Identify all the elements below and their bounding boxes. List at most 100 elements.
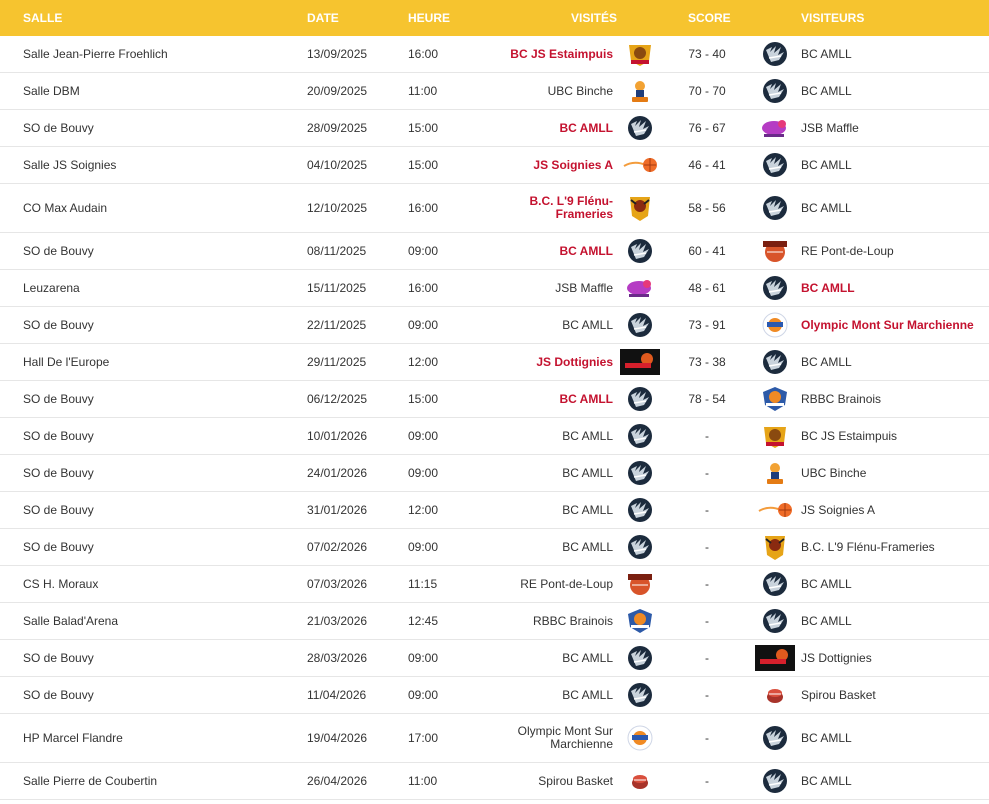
away-team-name[interactable]: BC AMLL bbox=[801, 147, 852, 183]
match-time: 16:00 bbox=[408, 201, 439, 215]
away-team-name[interactable]: Olympic Mont Sur Marchienne bbox=[801, 307, 974, 343]
away-team-logo bbox=[755, 184, 795, 232]
venue-name: SO de Bouvy bbox=[23, 429, 94, 443]
home-team-name[interactable]: BC AMLL bbox=[473, 307, 613, 343]
home-team-name[interactable]: JSB Maffle bbox=[473, 270, 613, 306]
schedule-table: SALLE DATE HEURE VISITÉS SCORE VISITEURS… bbox=[0, 0, 989, 800]
away-team-logo bbox=[755, 270, 795, 306]
home-team-name[interactable]: BC JS Estaimpuis bbox=[473, 36, 613, 72]
venue-name: SO de Bouvy bbox=[23, 503, 94, 517]
away-team-name[interactable]: BC AMLL bbox=[801, 763, 852, 799]
away-team-name[interactable]: RE Pont-de-Loup bbox=[801, 233, 894, 269]
away-team-name[interactable]: JSB Maffle bbox=[801, 110, 859, 146]
away-team-name[interactable]: BC AMLL bbox=[801, 344, 852, 380]
home-team-name[interactable]: RE Pont-de-Loup bbox=[473, 566, 613, 602]
home-team-name[interactable]: BC AMLL bbox=[473, 233, 613, 269]
home-team-name[interactable]: RBBC Brainois bbox=[473, 603, 613, 639]
binche-logo bbox=[627, 78, 653, 104]
brainois-logo bbox=[626, 607, 654, 635]
match-time: 17:00 bbox=[408, 731, 439, 745]
table-row: SO de Bouvy 24/01/2026 09:00 BC AMLL - UBC Bi… bbox=[0, 455, 989, 492]
match-score: 78 - 54 bbox=[688, 392, 726, 406]
home-team-logo bbox=[622, 73, 658, 109]
away-team-logo bbox=[755, 418, 795, 454]
venue-name: Salle DBM bbox=[23, 84, 80, 98]
away-team-name[interactable]: BC AMLL bbox=[801, 714, 852, 762]
table-row: SO de Bouvy 22/11/2025 09:00 BC AMLL 73 - 91… bbox=[0, 307, 989, 344]
home-team-logo bbox=[622, 677, 658, 713]
home-team-name[interactable]: JS Soignies A bbox=[473, 147, 613, 183]
home-team-logo bbox=[622, 714, 658, 762]
away-team-name[interactable]: Spirou Basket bbox=[801, 677, 876, 713]
table-row: Hall De l'Europe 29/11/2025 12:00 JS Dottig… bbox=[0, 344, 989, 381]
home-team-name[interactable]: Spirou Basket bbox=[473, 763, 613, 799]
home-team-name[interactable]: Olympic Mont Sur Marchienne bbox=[473, 714, 613, 762]
olympic-logo bbox=[761, 311, 789, 339]
away-team-name[interactable]: JS Dottignies bbox=[801, 640, 872, 676]
away-team-name[interactable]: BC AMLL bbox=[801, 270, 855, 306]
maffle-logo bbox=[760, 116, 790, 140]
home-team-logo bbox=[622, 233, 658, 269]
table-body: Salle Jean-Pierre Froehlich 13/09/2025 16:… bbox=[0, 36, 989, 800]
away-team-name[interactable]: BC AMLL bbox=[801, 73, 852, 109]
amll-logo bbox=[761, 571, 789, 597]
home-team-name[interactable]: BC AMLL bbox=[473, 677, 613, 713]
home-team-name[interactable]: BC AMLL bbox=[473, 640, 613, 676]
match-time: 15:00 bbox=[408, 392, 439, 406]
away-team-name[interactable]: B.C. L'9 Flénu-Frameries bbox=[801, 529, 935, 565]
away-team-name[interactable]: BC AMLL bbox=[801, 184, 852, 232]
col-date-header: DATE bbox=[307, 11, 339, 25]
away-team-name[interactable]: BC AMLL bbox=[801, 603, 852, 639]
home-team-logo bbox=[622, 270, 658, 306]
match-time: 16:00 bbox=[408, 47, 439, 61]
away-team-name[interactable]: BC AMLL bbox=[801, 566, 852, 602]
venue-name: CO Max Audain bbox=[23, 201, 108, 215]
table-row: SO de Bouvy 08/11/2025 09:00 BC AMLL 60 - 41… bbox=[0, 233, 989, 270]
away-team-logo bbox=[755, 640, 795, 676]
home-team-name[interactable]: BC AMLL bbox=[473, 381, 613, 417]
away-team-name[interactable]: UBC Binche bbox=[801, 455, 866, 491]
away-team-logo bbox=[755, 381, 795, 417]
soignies-logo bbox=[757, 499, 793, 521]
home-team-name[interactable]: JS Dottignies bbox=[473, 344, 613, 380]
home-team-name[interactable]: BC AMLL bbox=[473, 492, 613, 528]
home-team-logo bbox=[622, 307, 658, 343]
match-date: 04/10/2025 bbox=[307, 158, 368, 172]
match-score: - bbox=[705, 429, 709, 443]
table-row: Salle JS Soignies 04/10/2025 15:00 JS Soign… bbox=[0, 147, 989, 184]
olympic-logo bbox=[626, 724, 654, 752]
away-team-name[interactable]: BC AMLL bbox=[801, 36, 852, 72]
brainois-logo bbox=[761, 385, 789, 413]
match-time: 09:00 bbox=[408, 651, 439, 665]
away-team-name[interactable]: RBBC Brainois bbox=[801, 381, 881, 417]
amll-logo bbox=[626, 682, 654, 708]
home-team-name[interactable]: BC AMLL bbox=[473, 529, 613, 565]
maffle-logo bbox=[625, 276, 655, 300]
venue-name: Leuzarena bbox=[23, 281, 80, 295]
match-time: 12:45 bbox=[408, 614, 439, 628]
home-team-name[interactable]: BC AMLL bbox=[473, 455, 613, 491]
table-row: SO de Bouvy 10/01/2026 09:00 BC AMLL - BC JS … bbox=[0, 418, 989, 455]
away-team-name[interactable]: BC JS Estaimpuis bbox=[801, 418, 897, 454]
venue-name: SO de Bouvy bbox=[23, 540, 94, 554]
col-heure-header: HEURE bbox=[408, 11, 451, 25]
home-team-name[interactable]: BC AMLL bbox=[473, 418, 613, 454]
home-team-logo bbox=[622, 492, 658, 528]
home-team-name[interactable]: UBC Binche bbox=[473, 73, 613, 109]
table-row: SO de Bouvy 07/02/2026 09:00 BC AMLL - B.C. L… bbox=[0, 529, 989, 566]
away-team-logo bbox=[755, 603, 795, 639]
away-team-name[interactable]: JS Soignies A bbox=[801, 492, 875, 528]
match-date: 29/11/2025 bbox=[307, 355, 367, 369]
venue-name: SO de Bouvy bbox=[23, 392, 94, 406]
amll-logo bbox=[761, 275, 789, 301]
home-team-name[interactable]: B.C. L'9 Flénu-Frameries bbox=[473, 184, 613, 232]
home-team-name[interactable]: BC AMLL bbox=[473, 110, 613, 146]
home-team-logo bbox=[622, 36, 658, 72]
away-team-logo bbox=[755, 492, 795, 528]
match-date: 06/12/2025 bbox=[307, 392, 368, 406]
amll-logo bbox=[626, 645, 654, 671]
flenu-logo bbox=[627, 194, 653, 222]
pontdeloup-logo bbox=[625, 571, 655, 597]
match-date: 20/09/2025 bbox=[307, 84, 368, 98]
venue-name: SO de Bouvy bbox=[23, 688, 94, 702]
